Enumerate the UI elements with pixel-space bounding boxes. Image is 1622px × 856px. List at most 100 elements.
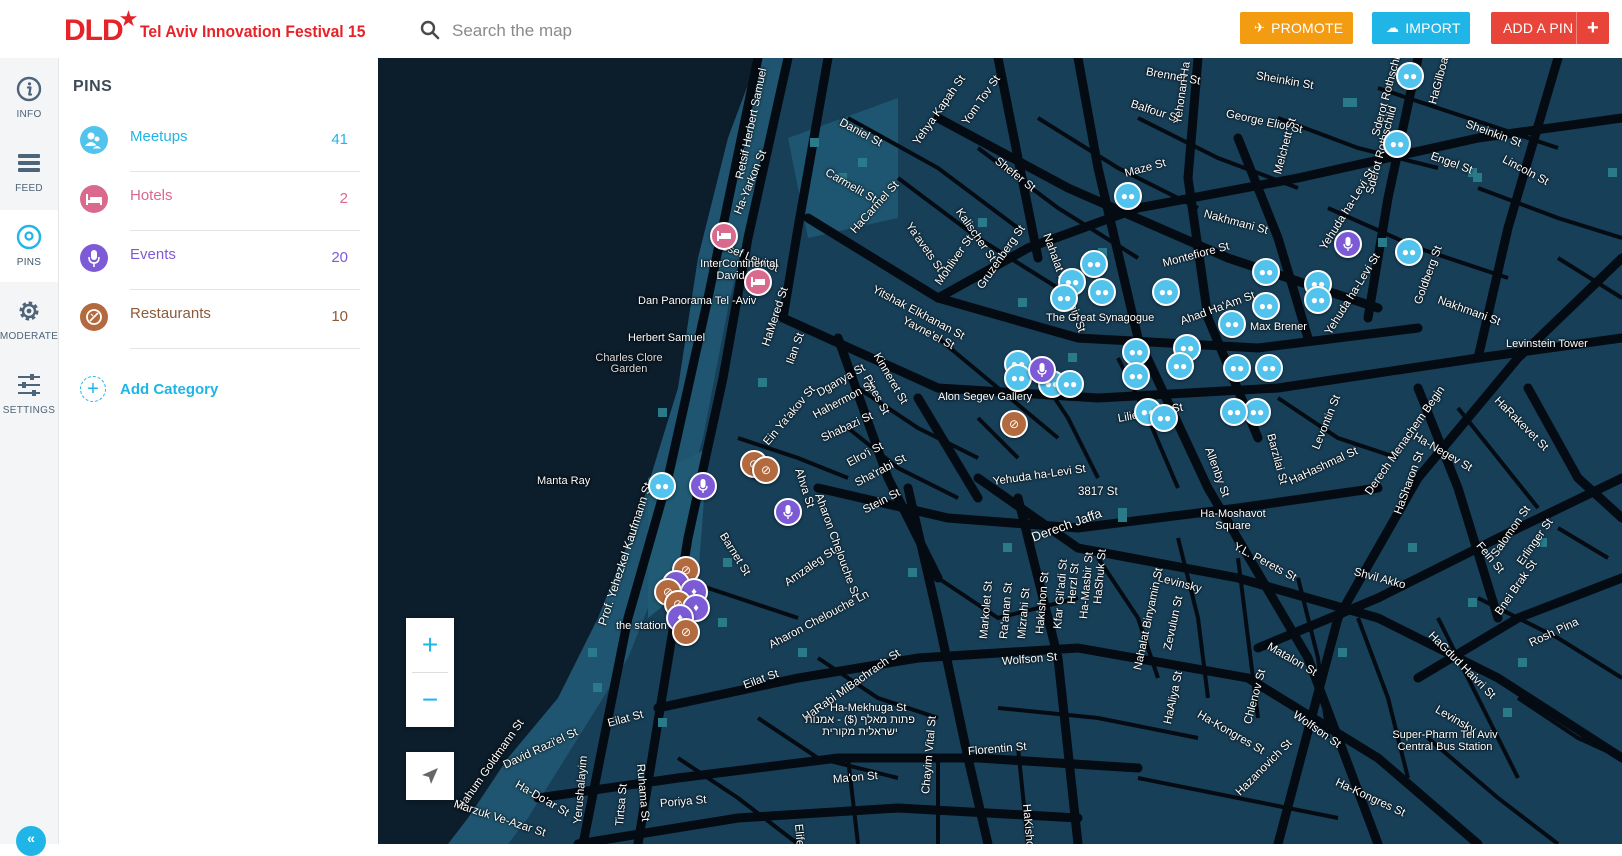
search-icon[interactable] — [420, 20, 440, 40]
bed-icon — [80, 185, 108, 213]
people-icon: ●● — [1310, 293, 1326, 307]
event-pin[interactable] — [1028, 356, 1056, 384]
meetup-pin[interactable]: ●● — [1114, 182, 1142, 210]
meetup-pin[interactable]: ●● — [1255, 354, 1283, 382]
category-count: 2 — [339, 190, 348, 207]
event-pin[interactable] — [689, 472, 717, 500]
collapse-sidebar-button[interactable]: « — [16, 826, 46, 856]
nav-item-settings[interactable]: SETTINGS — [0, 358, 58, 430]
add-pin-label: ADD A PIN — [1503, 20, 1574, 36]
sliders-icon — [18, 374, 40, 396]
hotel-pin[interactable] — [710, 222, 738, 250]
microphone-icon — [698, 479, 708, 493]
nav-item-feed[interactable]: FEED — [0, 136, 58, 208]
people-icon: ●● — [1156, 411, 1172, 425]
place-label: Manta Ray — [537, 475, 591, 487]
restaurant-pin[interactable]: ⊘ — [1000, 410, 1028, 438]
category-count: 10 — [331, 308, 348, 325]
promote-button[interactable]: ✈ PROMOTE — [1240, 12, 1353, 44]
people-icon: ●● — [1402, 69, 1418, 83]
pins-panel: PINS Meetups 41 Hotels 2 Events 20 Resta… — [58, 58, 378, 844]
meetup-pin[interactable]: ●● — [1122, 362, 1150, 390]
category-restaurants[interactable]: Restaurants 10 — [58, 289, 378, 349]
place-label: Herbert Samuel — [628, 332, 706, 344]
street-label: Max Brener — [1250, 321, 1307, 333]
meetup-pin[interactable]: ●● — [1383, 130, 1411, 158]
place-label: Super-Pharm Tel Aviv Central Bus Station — [1392, 729, 1498, 753]
place-label: Charles Clore Garden — [595, 352, 663, 375]
logo-subtitle: Tel Aviv Innovation Festival 15 — [140, 22, 366, 41]
people-icon: ●● — [1094, 285, 1110, 299]
divider — [130, 348, 360, 349]
meetup-pin[interactable]: ●● — [1252, 292, 1280, 320]
category-hotels[interactable]: Hotels 2 — [58, 171, 378, 231]
navigation-arrow-icon — [422, 768, 438, 784]
place-label: Levinstein Tower — [1506, 338, 1588, 350]
people-icon: ●● — [654, 479, 670, 493]
street-label: Ha-Moshavot Square — [1200, 508, 1266, 532]
meetup-pin[interactable]: ●● — [1056, 370, 1084, 398]
meetup-pin[interactable]: ●● — [1166, 352, 1194, 380]
restaurant-pin[interactable]: ⊘ — [752, 456, 780, 484]
top-bar: DLD ★ Tel Aviv Innovation Festival 15 ✈ … — [0, 0, 1622, 58]
meetup-pin[interactable]: ●● — [1218, 310, 1246, 338]
meetup-pin[interactable]: ●● — [1252, 258, 1280, 286]
people-icon: ●● — [1249, 405, 1265, 419]
add-pin-button[interactable]: ADD A PIN + — [1491, 12, 1609, 44]
panel-title: PINS — [73, 78, 113, 95]
people-icon — [80, 126, 108, 154]
map[interactable]: Brenner St Sheinkin St Balfour St George… — [378, 58, 1622, 844]
meetup-pin[interactable]: ●● — [1395, 238, 1423, 266]
meetup-pin[interactable]: ●● — [1088, 278, 1116, 306]
people-icon: ●● — [1128, 369, 1144, 383]
event-pin[interactable] — [1334, 230, 1362, 258]
meetup-pin[interactable]: ●● — [648, 472, 676, 500]
people-icon: ●● — [1229, 361, 1245, 375]
category-name: Events — [130, 246, 176, 263]
meetup-pin[interactable]: ●● — [1080, 250, 1108, 278]
people-icon: ●● — [1226, 405, 1242, 419]
zoom-in-button[interactable]: + — [406, 618, 454, 672]
category-events[interactable]: Events 20 — [58, 230, 378, 290]
meetup-pin[interactable]: ●● — [1304, 286, 1332, 314]
bed-icon — [717, 231, 731, 241]
people-icon: ●● — [1172, 359, 1188, 373]
nav-item-info[interactable]: INFO — [0, 62, 58, 134]
star-icon: ★ — [118, 6, 139, 31]
nav-item-moderate[interactable]: MODERATE — [0, 284, 58, 356]
search-input[interactable] — [450, 18, 854, 44]
meetup-pin[interactable]: ●● — [1150, 404, 1178, 432]
meetup-pin[interactable]: ●● — [1152, 278, 1180, 306]
meetup-pin[interactable]: ●● — [1223, 354, 1251, 382]
meetup-pin[interactable]: ●● — [1396, 62, 1424, 90]
add-category-button[interactable]: + Add Category — [80, 376, 218, 402]
plus-icon: + — [1576, 12, 1609, 44]
logo[interactable]: DLD ★ Tel Aviv Innovation Festival 15 — [64, 6, 385, 46]
left-nav: INFO FEED PINS MODERATE SETTINGS « — [0, 58, 59, 856]
import-label: IMPORT — [1405, 20, 1461, 36]
food-icon: ⊘ — [680, 625, 692, 639]
event-pin[interactable] — [774, 498, 802, 526]
nav-item-pins[interactable]: PINS — [0, 210, 58, 282]
meetup-pin[interactable]: ●● — [1220, 398, 1248, 426]
restaurant-pin[interactable]: ⊘ — [672, 618, 700, 646]
plus-icon: + — [80, 376, 106, 402]
people-icon: ●● — [1062, 377, 1078, 391]
locate-button[interactable] — [406, 752, 454, 800]
hotel-pin[interactable] — [744, 268, 772, 296]
people-icon: ●● — [1258, 299, 1274, 313]
info-icon — [16, 76, 42, 102]
import-button[interactable]: ☁ IMPORT — [1372, 12, 1470, 44]
category-meetups[interactable]: Meetups 41 — [58, 112, 378, 172]
gear-icon — [19, 301, 39, 321]
zoom-out-button[interactable]: − — [406, 673, 454, 727]
logo-main: DLD — [64, 14, 124, 47]
nav-item-label: INFO — [16, 109, 42, 120]
people-icon: ●● — [1158, 285, 1174, 299]
people-icon: ●● — [1056, 291, 1072, 305]
people-icon: ●● — [1258, 265, 1274, 279]
street-label: Ha-Mekhuga St — [830, 702, 907, 714]
category-name: Meetups — [130, 128, 188, 145]
people-icon: ●● — [1010, 371, 1026, 385]
meetup-pin[interactable]: ●● — [1050, 284, 1078, 312]
